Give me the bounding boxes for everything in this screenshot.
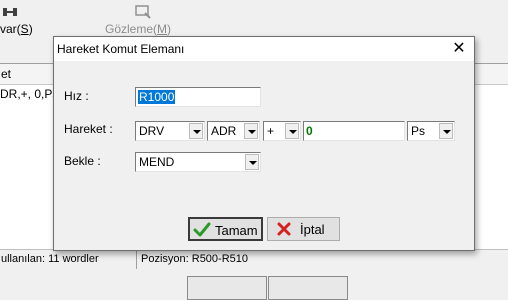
toolbar-button-monitor[interactable]: Gözleme(M) — [105, 2, 185, 38]
instruction-value: DRV — [139, 124, 165, 138]
background-ok-button — [187, 276, 267, 300]
chevron-down-icon[interactable] — [189, 123, 203, 139]
unit-select[interactable]: Ps — [407, 121, 455, 141]
mode-select[interactable]: ADR — [207, 121, 260, 141]
mode-value: ADR — [211, 124, 237, 138]
dialog-titlebar: Hareket Komut Elemanı ✕ — [54, 37, 474, 61]
close-icon[interactable]: ✕ — [448, 39, 470, 59]
chevron-down-icon[interactable] — [244, 123, 258, 139]
chevron-down-icon[interactable] — [245, 154, 259, 170]
ok-button[interactable]: Tamam — [188, 217, 263, 241]
speed-value: R1000 — [138, 90, 176, 104]
speed-label: Hız : — [64, 89, 89, 103]
cancel-button[interactable]: İptal — [267, 217, 340, 241]
header-fragment: et — [1, 67, 12, 81]
x-mark-icon — [277, 222, 291, 236]
wait-value: MEND — [139, 155, 175, 169]
motion-command-dialog: Hareket Komut Elemanı ✕ Hız : R1000 Hare… — [53, 36, 475, 251]
status-used: ullanılan: 11 wordler — [1, 253, 99, 265]
amount-value: 0 — [306, 124, 313, 138]
background-toolbar: var(S) Gözleme(M) — [0, 0, 508, 40]
wait-select[interactable]: MEND — [135, 152, 261, 172]
motion-label: Hareket : — [64, 122, 113, 136]
cancel-button-label: İptal — [300, 222, 325, 237]
chevron-down-icon[interactable] — [439, 123, 453, 139]
status-separator — [136, 251, 137, 269]
ok-button-label: Tamam — [215, 223, 258, 238]
toolbar-button-left[interactable]: var(S) — [0, 2, 40, 38]
dialog-title: Hareket Komut Elemanı — [57, 42, 185, 56]
toolbar-monitor-label: Gözleme(M) — [105, 22, 172, 36]
status-bar: ullanılan: 11 wordler Pozisyon: R500-R51… — [0, 249, 508, 272]
background-cancel-button — [268, 276, 348, 300]
sign-value: + — [267, 124, 275, 138]
chevron-down-icon[interactable] — [285, 123, 299, 139]
checkmark-icon — [193, 222, 211, 237]
status-position: Pozisyon: R500-R510 — [141, 253, 249, 265]
toolbar-left-label: var(S) — [0, 22, 33, 36]
sign-select[interactable]: + — [263, 121, 301, 141]
wait-label: Bekle : — [64, 154, 101, 168]
unit-value: Ps — [411, 124, 426, 138]
program-list-row[interactable]: DR,+, 0,Ps — [0, 87, 58, 101]
speed-input[interactable]: R1000 — [135, 87, 261, 107]
monitor-icon — [135, 5, 151, 19]
amount-input[interactable]: 0 — [303, 121, 405, 141]
instruction-select[interactable]: DRV — [135, 121, 205, 141]
dumbbell-icon — [3, 8, 17, 16]
